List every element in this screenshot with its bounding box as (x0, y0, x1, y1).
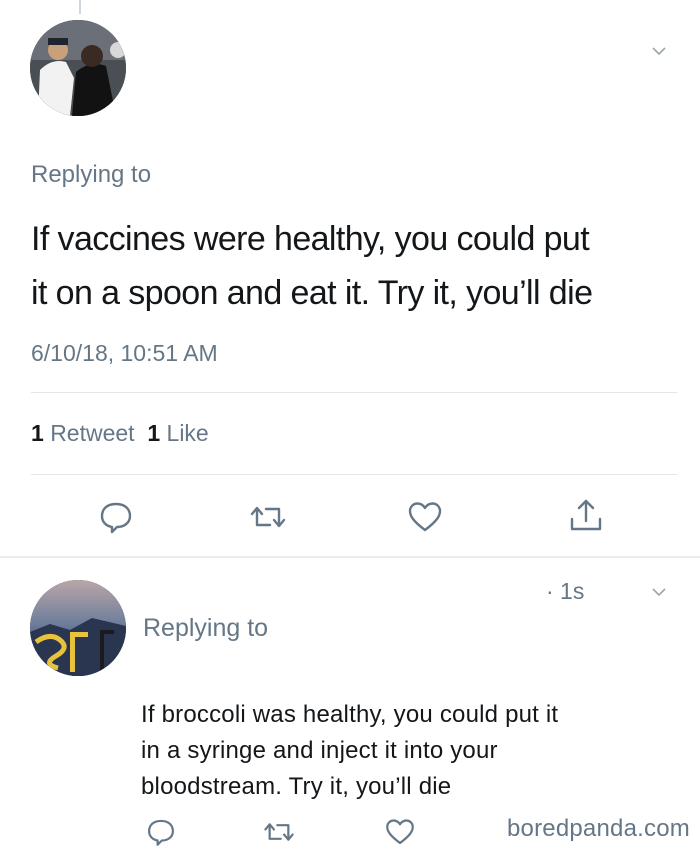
tweet-timestamp[interactable]: 6/10/18, 10:51 AM (31, 340, 218, 367)
divider (31, 474, 677, 475)
tweet-text-line: bloodstream. Try it, you’ll die (141, 773, 452, 800)
share-icon[interactable] (566, 495, 606, 535)
avatar[interactable] (30, 20, 126, 116)
retweet-stat[interactable]: 1 Retweet (31, 420, 135, 446)
tweet-timestamp[interactable]: · 1s (546, 578, 584, 605)
like-label: Like (166, 420, 209, 446)
thread-connector-line (79, 0, 81, 14)
tweet-text: If vaccines were healthy, you could put … (31, 220, 593, 312)
tweet-text-line: If broccoli was healthy, you could put i… (141, 701, 559, 728)
avatar-image (30, 580, 126, 676)
retweet-label: Retweet (50, 420, 135, 446)
watermark: boredpanda.com (507, 815, 690, 843)
like-icon[interactable] (383, 815, 417, 849)
avatar-image (30, 20, 126, 116)
like-count: 1 (147, 420, 161, 446)
replying-to-label: Replying to (143, 614, 269, 642)
reply-icon[interactable] (144, 815, 178, 849)
tweet-separator (0, 556, 700, 558)
tweet-text-line: in a syringe and inject it into your (141, 737, 498, 764)
tweet-text: If broccoli was healthy, you could put i… (141, 697, 681, 805)
retweet-count: 1 (31, 420, 44, 446)
reply-icon[interactable] (96, 497, 136, 537)
divider (31, 392, 677, 393)
retweet-icon[interactable] (248, 497, 288, 537)
engagement-stats: 1 Retweet 1 Like (31, 420, 209, 447)
like-stat[interactable]: 1 Like (147, 420, 208, 446)
chevron-down-icon[interactable] (650, 583, 668, 601)
avatar[interactable] (30, 580, 126, 676)
retweet-icon[interactable] (262, 815, 296, 849)
chevron-down-icon[interactable] (650, 42, 668, 60)
like-icon[interactable] (405, 497, 445, 537)
replying-to-label: Replying to (31, 161, 152, 188)
